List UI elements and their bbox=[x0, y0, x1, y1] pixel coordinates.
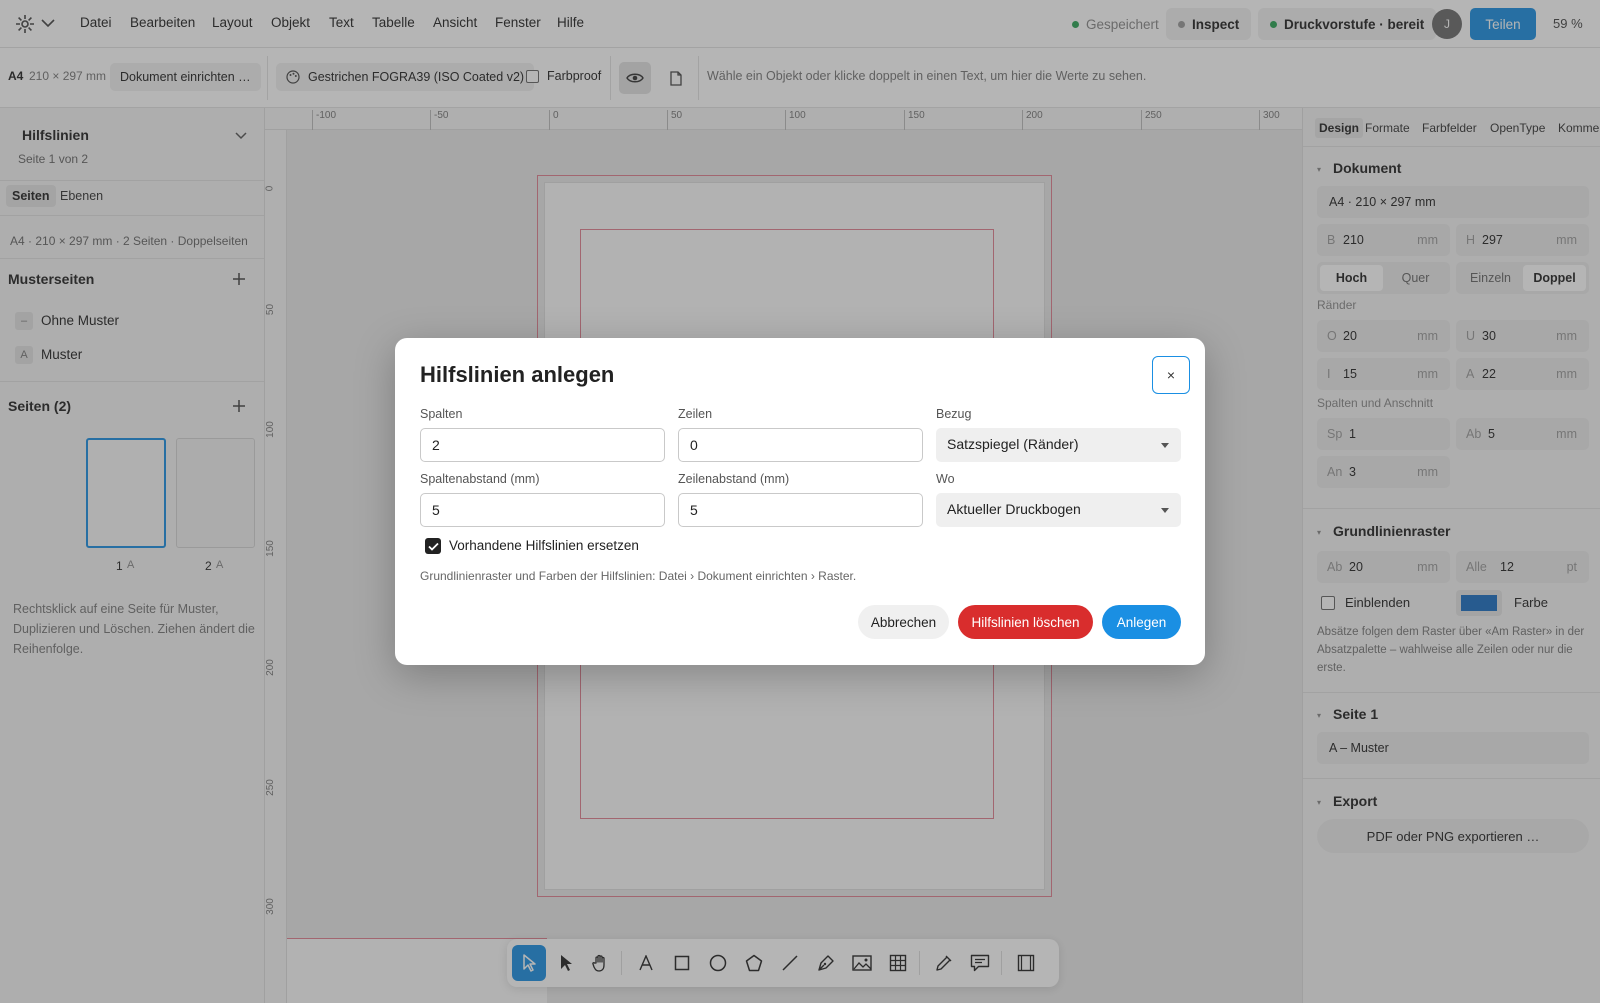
dialog-title: Hilfslinien anlegen bbox=[420, 362, 615, 387]
dropdown-caret-icon bbox=[1161, 508, 1169, 513]
columns-label: Spalten bbox=[420, 407, 463, 421]
reference-value: Satzspiegel (Ränder) bbox=[947, 436, 1079, 452]
checkmark-icon bbox=[427, 542, 439, 551]
dialog-close-button[interactable]: × bbox=[1152, 356, 1190, 394]
delete-guides-button[interactable]: Hilfslinien löschen bbox=[958, 605, 1093, 639]
row-gutter-label: Zeilenabstand (mm) bbox=[678, 472, 790, 486]
where-label: Wo bbox=[936, 472, 955, 486]
column-gutter-input[interactable]: 5 bbox=[420, 493, 665, 527]
reference-select[interactable]: Satzspiegel (Ränder) bbox=[936, 428, 1181, 462]
dialog-note: Grundlinienraster und Farben der Hilfsli… bbox=[420, 569, 857, 583]
replace-guides-checkbox[interactable] bbox=[425, 538, 441, 554]
column-gutter-label: Spaltenabstand (mm) bbox=[420, 472, 540, 486]
rows-input[interactable]: 0 bbox=[678, 428, 923, 462]
where-value: Aktueller Druckbogen bbox=[947, 501, 1081, 517]
replace-guides-label: Vorhandene Hilfslinien ersetzen bbox=[449, 538, 639, 553]
close-icon: × bbox=[1166, 367, 1176, 383]
reference-label: Bezug bbox=[936, 407, 972, 421]
row-gutter-input[interactable]: 5 bbox=[678, 493, 923, 527]
columns-input[interactable]: 2 bbox=[420, 428, 665, 462]
dropdown-caret-icon bbox=[1161, 443, 1169, 448]
create-button[interactable]: Anlegen bbox=[1102, 605, 1181, 639]
guides-dialog: Hilfslinien anlegen × Spalten 2 Zeilen 0… bbox=[395, 338, 1205, 665]
rows-label: Zeilen bbox=[678, 407, 713, 421]
where-select[interactable]: Aktueller Druckbogen bbox=[936, 493, 1181, 527]
cancel-button[interactable]: Abbrechen bbox=[858, 605, 949, 639]
